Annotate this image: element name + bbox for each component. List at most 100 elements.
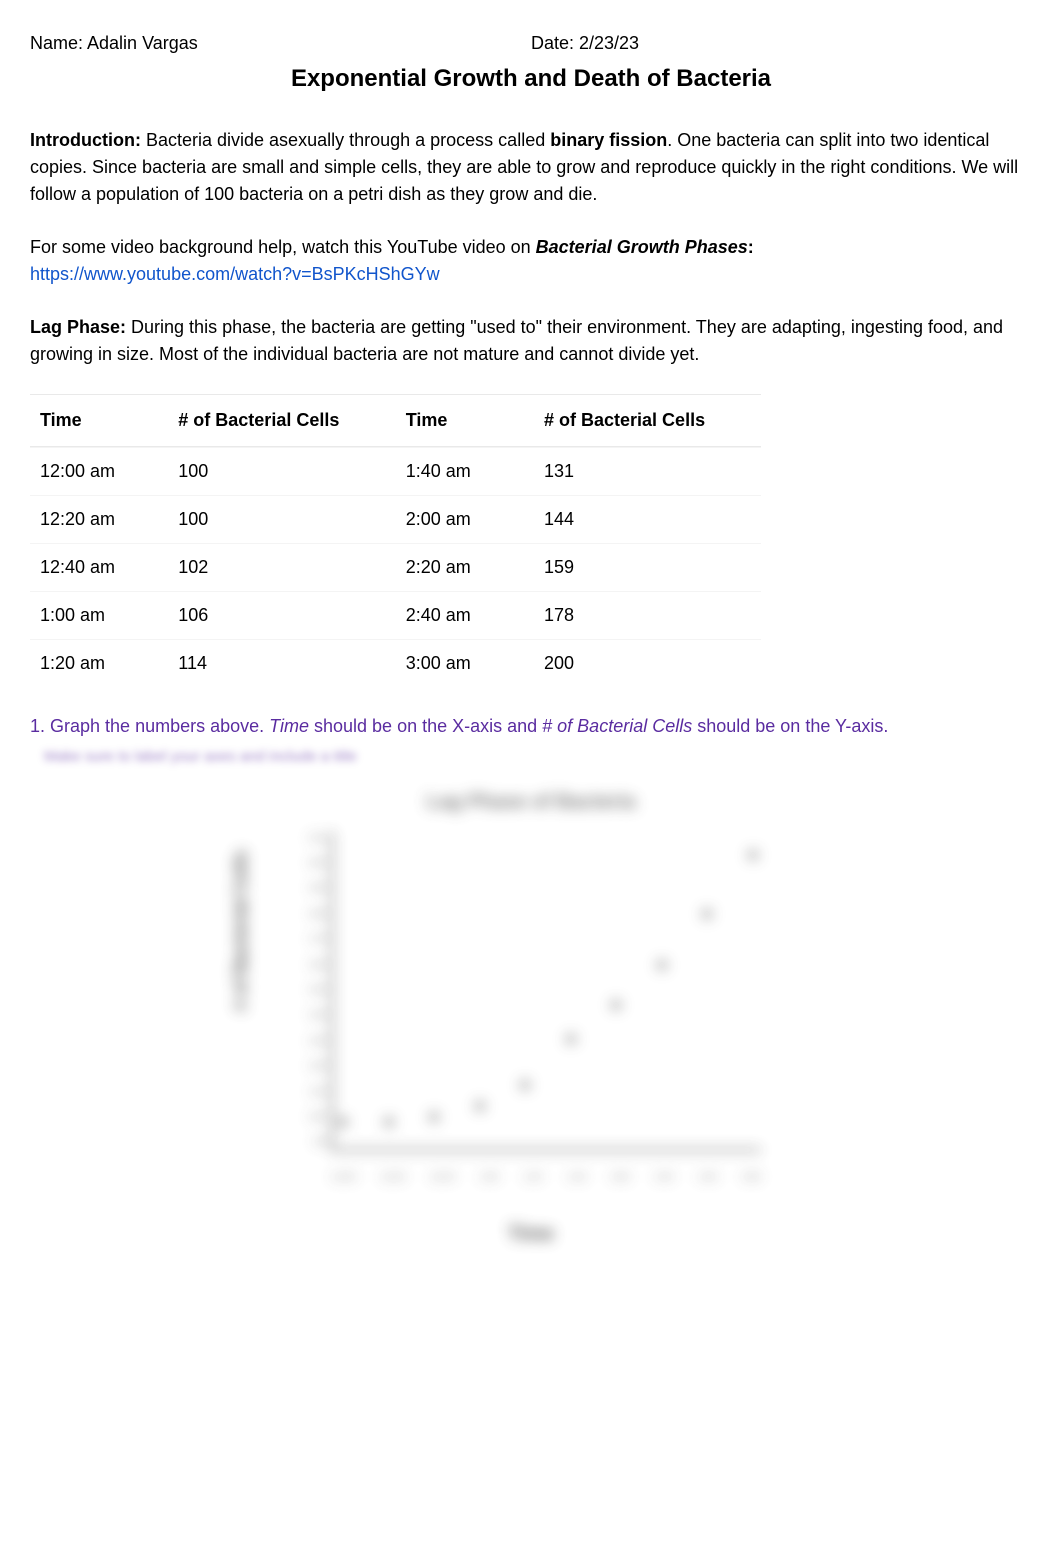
- chart-ylabel: # of Bacterial Cells: [228, 849, 255, 1010]
- table-col-left: Time # of Bacterial Cells 12:00 am 100 1…: [30, 394, 396, 687]
- data-point: [338, 1117, 348, 1127]
- table-row: 1:40 am 131: [396, 447, 762, 495]
- x-tick: 2:40: [698, 1170, 717, 1185]
- data-point: [748, 850, 758, 860]
- x-tick: 12:00: [331, 1170, 356, 1185]
- data-point: [657, 960, 667, 970]
- y-tick: 140: [291, 1008, 325, 1023]
- cell-time: 1:20 am: [40, 650, 178, 677]
- video-title: Bacterial Growth Phases: [536, 237, 748, 257]
- cell-count: 114: [178, 650, 385, 677]
- y-tick: 160: [291, 958, 325, 973]
- intro-term: binary fission: [550, 130, 667, 150]
- date-value: 2/23/23: [579, 33, 639, 53]
- table-header-row: Time # of Bacterial Cells: [396, 394, 762, 447]
- header-row: Name: Adalin Vargas Date: 2/23/23: [30, 30, 1032, 57]
- page-title: Exponential Growth and Death of Bacteria: [30, 61, 1032, 97]
- table-header-row: Time # of Bacterial Cells: [30, 394, 396, 447]
- th-time: Time: [40, 407, 178, 434]
- data-point: [611, 1000, 621, 1010]
- y-tick: 130: [291, 1034, 325, 1049]
- q-time-word: Time: [269, 716, 309, 736]
- data-table: Time # of Bacterial Cells 12:00 am 100 1…: [30, 394, 761, 687]
- y-tick: 180: [291, 907, 325, 922]
- y-tick: 190: [291, 881, 325, 896]
- cell-time: 3:00 am: [406, 650, 544, 677]
- table-row: 2:00 am 144: [396, 495, 762, 543]
- lag-phase-chart: Lag Phase of Bacteria # of Bacterial Cel…: [251, 781, 811, 1241]
- data-point: [520, 1080, 530, 1090]
- y-tick: 100: [291, 1110, 325, 1125]
- lag-label: Lag Phase:: [30, 317, 126, 337]
- cell-time: 2:40 am: [406, 602, 544, 629]
- x-tick: 12:40: [430, 1170, 455, 1185]
- cell-count: 159: [544, 554, 751, 581]
- cell-time: 2:20 am: [406, 554, 544, 581]
- x-tick: 12:20: [380, 1170, 405, 1185]
- cell-time: 12:20 am: [40, 506, 178, 533]
- date-label: Date:: [531, 33, 574, 53]
- video-link[interactable]: https://www.youtube.com/watch?v=BsPKcHSh…: [30, 264, 440, 284]
- table-col-right: Time # of Bacterial Cells 1:40 am 131 2:…: [396, 394, 762, 687]
- y-ticks: 90 100 110 120 130 140 150 160 170 180 190 200 210: [291, 831, 325, 1151]
- question-1: 1. Graph the numbers above. Time should …: [30, 713, 1032, 740]
- blurred-hint: Make sure to label your axes and include…: [30, 746, 1032, 769]
- cell-count: 100: [178, 458, 385, 485]
- table-row: 1:20 am 114: [30, 639, 396, 687]
- th-count: # of Bacterial Cells: [544, 407, 751, 434]
- y-tick: 150: [291, 983, 325, 998]
- y-tick: 210: [291, 831, 325, 846]
- q-text-2: should be on the X-axis and: [309, 716, 542, 736]
- x-tick: 1:40: [566, 1170, 585, 1185]
- y-tick: 200: [291, 856, 325, 871]
- th-time: Time: [406, 407, 544, 434]
- data-point: [702, 909, 712, 919]
- video-lead: For some video background help, watch th…: [30, 237, 536, 257]
- cell-time: 2:00 am: [406, 506, 544, 533]
- date-field: Date: 2/23/23: [511, 30, 1032, 57]
- cell-time: 1:00 am: [40, 602, 178, 629]
- table-row: 1:00 am 106: [30, 591, 396, 639]
- y-tick: 170: [291, 932, 325, 947]
- name-value: Adalin Vargas: [87, 33, 198, 53]
- data-point: [475, 1101, 485, 1111]
- data-point: [566, 1034, 576, 1044]
- cell-count: 100: [178, 506, 385, 533]
- cell-count: 144: [544, 506, 751, 533]
- y-tick: 110: [291, 1085, 325, 1100]
- q-text-1: Graph the numbers above.: [50, 716, 269, 736]
- table-row: 2:20 am 159: [396, 543, 762, 591]
- x-tick: 1:00: [479, 1170, 498, 1185]
- intro-label: Introduction:: [30, 130, 141, 150]
- intro-section: Introduction: Bacteria divide asexually …: [30, 127, 1032, 208]
- cell-count: 131: [544, 458, 751, 485]
- name-field: Name: Adalin Vargas: [30, 30, 511, 57]
- plot-area: [331, 831, 761, 1151]
- table-row: 12:00 am 100: [30, 447, 396, 495]
- lag-section: Lag Phase: During this phase, the bacter…: [30, 314, 1032, 368]
- data-point: [429, 1112, 439, 1122]
- intro-text-1: Bacteria divide asexually through a proc…: [141, 130, 550, 150]
- name-label: Name:: [30, 33, 83, 53]
- q-num: 1.: [30, 716, 50, 736]
- table-row: 12:20 am 100: [30, 495, 396, 543]
- q-cells-word: # of Bacterial Cells: [542, 716, 692, 736]
- th-count: # of Bacterial Cells: [178, 407, 385, 434]
- chart-container: Lag Phase of Bacteria # of Bacterial Cel…: [30, 781, 1032, 1241]
- x-tick: 1:20: [523, 1170, 542, 1185]
- q-text-3: should be on the Y-axis.: [692, 716, 888, 736]
- x-tick: 3:00: [741, 1170, 760, 1185]
- table-row: 3:00 am 200: [396, 639, 762, 687]
- lag-text: During this phase, the bacteria are gett…: [30, 317, 1003, 364]
- table-row: 2:40 am 178: [396, 591, 762, 639]
- cell-count: 102: [178, 554, 385, 581]
- cell-time: 12:40 am: [40, 554, 178, 581]
- cell-count: 200: [544, 650, 751, 677]
- chart-xlabel: Time: [508, 1219, 554, 1249]
- cell-time: 1:40 am: [406, 458, 544, 485]
- y-tick: 90: [291, 1135, 325, 1150]
- data-point: [384, 1117, 394, 1127]
- video-section: For some video background help, watch th…: [30, 234, 1032, 288]
- chart-title: Lag Phase of Bacteria: [427, 787, 636, 817]
- y-tick: 120: [291, 1059, 325, 1074]
